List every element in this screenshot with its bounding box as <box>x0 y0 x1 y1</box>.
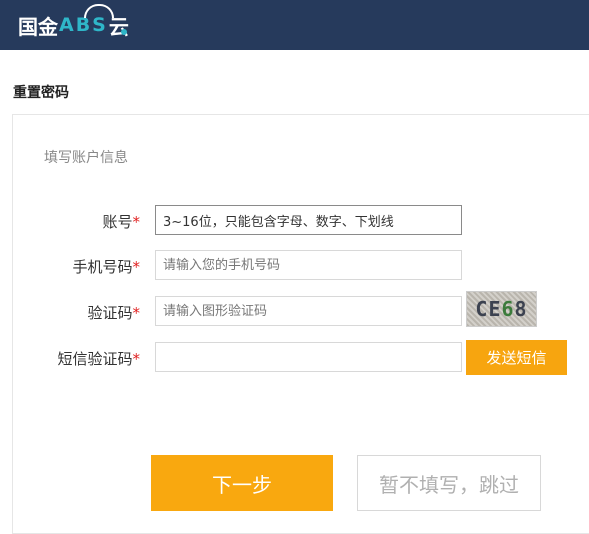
send-sms-button[interactable]: 发送短信 <box>466 340 567 375</box>
next-step-button[interactable]: 下一步 <box>151 455 333 511</box>
logo-dot-icon <box>121 29 127 35</box>
cloud-icon <box>84 4 114 18</box>
captcha-char: 6 <box>501 297 515 321</box>
logo-cn-text: 国金 <box>18 14 58 39</box>
top-header: 国金 ABS 云 <box>0 0 589 50</box>
sms-label: 短信验证码* <box>0 348 140 369</box>
required-mark: * <box>132 258 141 276</box>
captcha-char: E <box>488 297 502 321</box>
required-mark: * <box>132 213 141 231</box>
logo[interactable]: 国金 ABS 云 <box>18 4 129 40</box>
section-title: 填写账户信息 <box>44 150 128 166</box>
sms-code-input[interactable] <box>155 342 462 372</box>
account-label: 账号* <box>0 211 140 232</box>
page-title: 重置密码 <box>13 85 69 101</box>
account-input[interactable] <box>155 205 462 235</box>
captcha-input[interactable] <box>155 296 462 326</box>
captcha-char: 8 <box>514 297 528 321</box>
skip-button[interactable]: 暂不填写，跳过 <box>357 455 541 511</box>
account-label-text: 账号 <box>102 213 133 231</box>
phone-label-text: 手机号码 <box>72 258 133 276</box>
captcha-label-text: 验证码 <box>87 304 133 322</box>
captcha-label: 验证码* <box>0 302 140 323</box>
phone-label: 手机号码* <box>0 256 140 277</box>
required-mark: * <box>132 304 141 322</box>
sms-label-text: 短信验证码 <box>57 350 133 368</box>
required-mark: * <box>132 350 141 368</box>
captcha-image[interactable]: C E 6 8 <box>466 291 537 327</box>
captcha-char: C <box>475 297 489 321</box>
phone-input[interactable] <box>155 250 462 280</box>
